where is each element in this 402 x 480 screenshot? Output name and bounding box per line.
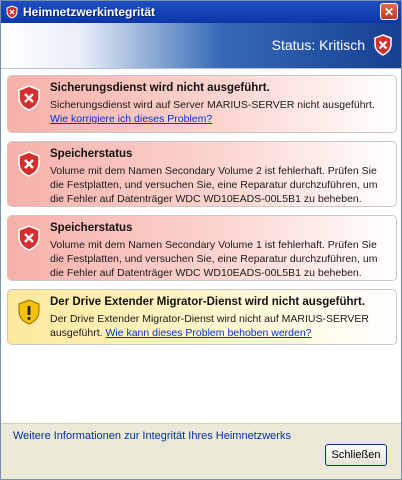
error-shield-icon xyxy=(16,150,42,178)
critical-shield-icon xyxy=(371,33,395,57)
window-close-button[interactable]: ✕ xyxy=(380,3,398,20)
alert-card: Der Drive Extender Migrator-Dienst wird … xyxy=(7,289,397,345)
alert-text: Der Drive Extender Migrator-Dienst wird … xyxy=(50,312,388,340)
error-shield-icon xyxy=(16,84,42,112)
warning-shield-icon xyxy=(16,298,42,326)
fix-problem-link[interactable]: Wie kann dieses Problem behoben werden? xyxy=(105,327,311,339)
alert-card: Speicherstatus Volume mit dem Namen Seco… xyxy=(7,215,397,281)
more-info-link[interactable]: Weitere Informationen zur Integrität Ihr… xyxy=(13,430,291,442)
alert-list: Sicherungsdienst wird nicht ausgeführt. … xyxy=(1,69,401,425)
alert-card: Speicherstatus Volume mit dem Namen Seco… xyxy=(7,141,397,207)
fix-problem-link[interactable]: Wie korrigiere ich dieses Problem? xyxy=(50,113,212,125)
alert-title: Sicherungsdienst wird nicht ausgeführt. xyxy=(50,82,270,94)
alert-card: Sicherungsdienst wird nicht ausgeführt. … xyxy=(7,75,397,133)
status-text: Status: Kritisch xyxy=(271,37,365,53)
status-header: Status: Kritisch xyxy=(1,23,401,69)
alert-title: Speicherstatus xyxy=(50,222,133,234)
alert-description: Volume mit dem Namen Secondary Volume 1 … xyxy=(50,239,378,279)
footer: Weitere Informationen zur Integrität Ihr… xyxy=(1,423,401,479)
alert-text: Sicherungsdienst wird auf Server MARIUS-… xyxy=(50,98,388,126)
window-title: Heimnetzwerkintegrität xyxy=(23,5,156,19)
error-shield-icon xyxy=(16,224,42,252)
alert-title: Der Drive Extender Migrator-Dienst wird … xyxy=(50,296,366,308)
alert-title: Speicherstatus xyxy=(50,148,133,160)
close-button[interactable]: Schließen xyxy=(325,444,387,466)
health-window: Heimnetzwerkintegrität ✕ Status: Kritisc… xyxy=(0,0,402,480)
title-bar: Heimnetzwerkintegrität ✕ xyxy=(1,1,401,23)
alert-description: Sicherungsdienst wird auf Server MARIUS-… xyxy=(50,99,375,111)
shield-icon xyxy=(5,5,19,19)
alert-description: Volume mit dem Namen Secondary Volume 2 … xyxy=(50,165,378,205)
